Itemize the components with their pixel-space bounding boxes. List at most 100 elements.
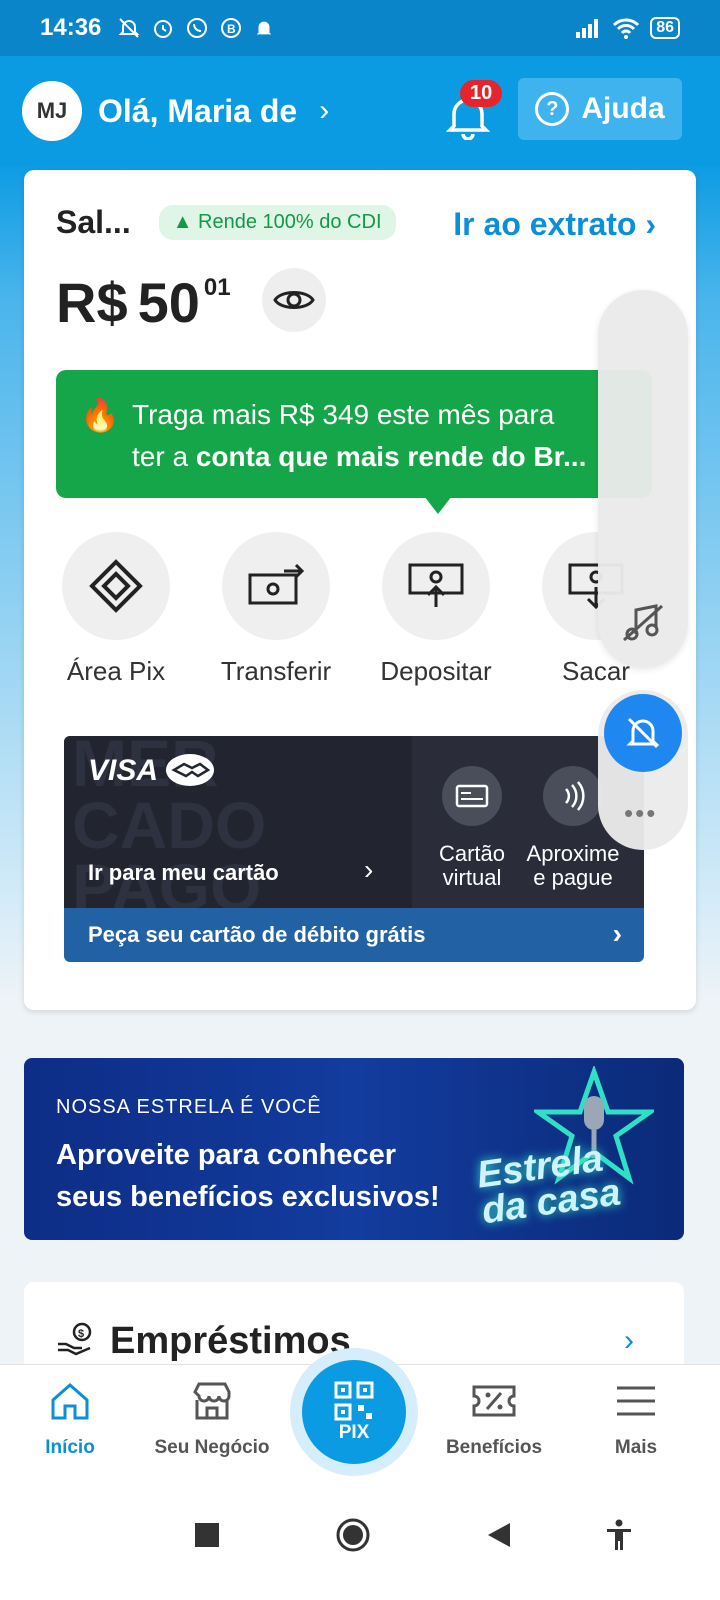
system-navigation-bar — [0, 1476, 720, 1600]
pix-icon — [62, 532, 170, 640]
chevron-right-icon[interactable]: › — [319, 94, 329, 128]
accessibility-icon — [607, 1519, 631, 1550]
status-bar: 14:36 B 86 — [0, 0, 720, 56]
promo-banner-estrela[interactable]: NOSSA ESTRELA É VOCÊ Aproveite para conh… — [24, 1058, 684, 1240]
discount-ticket-icon — [470, 1377, 518, 1425]
banner-headline: Aproveite para conhecer seus benefícios … — [56, 1134, 440, 1218]
bell-icon — [257, 21, 272, 35]
nav-more[interactable]: Mais — [566, 1377, 706, 1459]
action-label: Transferir — [220, 656, 332, 686]
balance-integer: 50 — [137, 271, 200, 334]
fire-icon: 🔥 — [80, 397, 120, 433]
virtual-card-icon — [442, 766, 502, 826]
virtual-card-label-2: virtual — [442, 865, 502, 890]
back-button[interactable] — [474, 1510, 524, 1560]
nav-benefits-label: Benefícios — [445, 1437, 543, 1458]
banner-headline-line-2: seus benefícios exclusivos! — [56, 1181, 440, 1213]
action-deposit[interactable]: Depositar — [376, 532, 496, 687]
whatsapp-icon — [187, 18, 208, 38]
qr-code-icon — [334, 1381, 374, 1421]
handshake-logo-icon — [166, 754, 214, 786]
promo-banner[interactable]: 🔥 Traga mais R$ 349 este mês para ter a … — [56, 370, 652, 498]
transfer-icon — [222, 532, 330, 640]
balance-label: Sal... — [56, 204, 131, 240]
hamburger-menu-icon — [612, 1377, 660, 1425]
chevron-right-icon: › — [612, 918, 622, 949]
battery-indicator: 86 — [650, 17, 680, 39]
balance-cents: 01 — [203, 274, 231, 301]
help-button[interactable]: ? Ajuda — [518, 78, 682, 140]
statement-link[interactable]: Ir ao extrato › — [453, 206, 656, 243]
greeting-text[interactable]: Olá, Maria de — [98, 93, 297, 130]
signal-icon — [576, 19, 599, 38]
nav-pix-label: PIX — [338, 1422, 370, 1443]
contactless-icon — [543, 766, 603, 826]
contactless-label-2: e pague — [533, 865, 613, 890]
nav-business-label: Seu Negócio — [154, 1437, 270, 1458]
nav-pix-button[interactable]: PIX — [302, 1360, 406, 1464]
toggle-balance-visibility-button[interactable] — [262, 268, 326, 332]
banner-kicker: NOSSA ESTRELA É VOCÊ — [56, 1096, 322, 1118]
action-pix-area[interactable]: Área Pix — [56, 532, 176, 687]
accessibility-button[interactable] — [594, 1510, 644, 1560]
action-label: Depositar — [380, 656, 492, 686]
quick-actions: Área Pix Transferir Depositar Sacar — [56, 532, 676, 692]
request-debit-card-link[interactable]: Peça seu cartão de débito grátis › — [64, 908, 644, 962]
loan-hand-coin-icon: $ — [58, 1322, 92, 1356]
balance-amount: R$ 50 01 — [56, 270, 231, 335]
status-time: 14:36 — [40, 14, 102, 41]
chevron-right-icon: › — [364, 854, 374, 885]
promo-line-1: Traga mais R$ 349 este mês para — [132, 399, 555, 430]
home-icon — [46, 1377, 94, 1425]
statement-link-label: Ir ao extrato — [453, 206, 637, 242]
bell-off-icon — [626, 717, 660, 749]
b-app-icon: B — [221, 18, 242, 38]
music-off-icon[interactable] — [620, 600, 666, 646]
deposit-icon — [382, 532, 490, 640]
avatar[interactable]: MJ — [22, 81, 82, 141]
nav-business[interactable]: Seu Negócio — [142, 1377, 282, 1459]
promo-line-2-prefix: ter a — [132, 441, 196, 472]
help-icon: ? — [535, 92, 570, 126]
promo-line-2: ter a conta que mais rende do Br... — [132, 436, 632, 478]
balance-header: Sal... ▲ Rende 100% do CDI — [56, 204, 396, 241]
svg-text:B: B — [227, 22, 236, 36]
muted-bell-icon — [118, 18, 140, 38]
help-label: Ajuda — [581, 92, 665, 125]
notifications-button[interactable]: 10 — [446, 80, 506, 140]
nav-more-label: Mais — [614, 1437, 658, 1458]
app-header: MJ Olá, Maria de › 10 ? Ajuda — [0, 56, 720, 166]
loans-title: Empréstimos — [110, 1320, 351, 1362]
status-notification-icons: B — [117, 16, 275, 40]
banner-headline-line-1: Aproveite para conhecer — [56, 1139, 397, 1171]
svg-text:$: $ — [78, 1328, 84, 1340]
eye-icon — [273, 291, 315, 309]
virtual-card-label-1: Cartão — [438, 841, 506, 866]
go-to-card-button[interactable]: MER CADO PAGO VISA Ir para meu cartão › — [64, 736, 412, 920]
virtual-card-button[interactable]: Cartão virtual — [422, 766, 522, 890]
balance-currency: R$ — [56, 271, 128, 334]
promo-line-2-bold: conta que mais rende do Br... — [195, 441, 587, 472]
nav-benefits[interactable]: Benefícios — [424, 1377, 564, 1459]
wifi-icon — [613, 18, 640, 39]
account-card: Sal... ▲ Rende 100% do CDI Ir ao extrato… — [24, 170, 696, 1010]
mute-notifications-button[interactable] — [604, 694, 682, 772]
app-screen: 14:36 B 86 MJ Olá, Maria de › 10 ? Ajuda — [0, 0, 720, 1600]
store-icon — [188, 1377, 236, 1425]
debit-card-widget: MER CADO PAGO VISA Ir para meu cartão › Ca… — [64, 736, 644, 962]
visa-logo: VISA — [88, 754, 159, 787]
nav-home[interactable]: Início — [0, 1377, 140, 1459]
estrela-da-casa-logo: Estrela da casa — [474, 1137, 623, 1232]
action-transfer[interactable]: Transferir — [216, 532, 336, 687]
action-label: Área Pix — [66, 656, 166, 686]
chevron-right-icon: › — [624, 1324, 634, 1357]
recent-apps-button[interactable] — [182, 1510, 232, 1560]
notification-count-badge: 10 — [460, 80, 503, 107]
alarm-icon — [154, 20, 173, 38]
request-debit-card-label: Peça seu cartão de débito grátis — [88, 922, 426, 947]
status-system-icons: 86 — [574, 17, 680, 39]
more-options-icon[interactable]: ••• — [624, 798, 657, 829]
go-to-card-label: Ir para meu cartão — [88, 860, 279, 885]
nav-home-label: Início — [45, 1437, 95, 1458]
home-button[interactable] — [328, 1510, 378, 1560]
